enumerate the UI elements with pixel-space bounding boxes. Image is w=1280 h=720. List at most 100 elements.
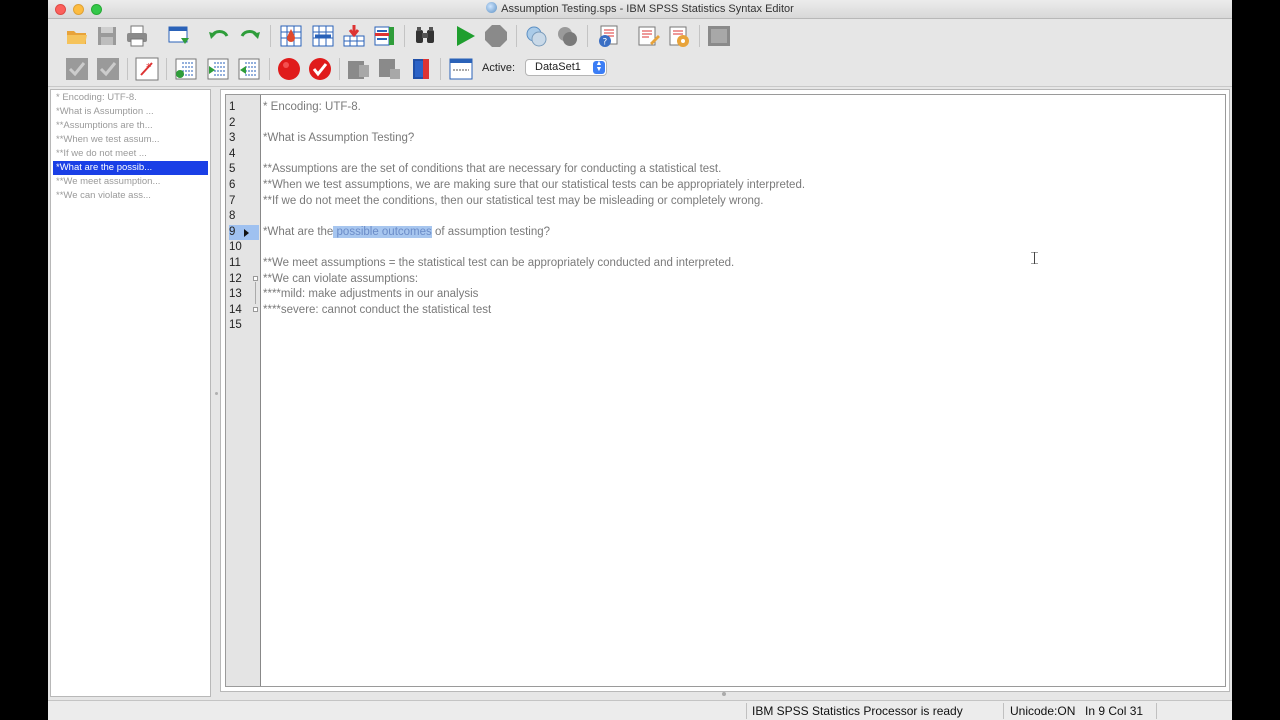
nav-item[interactable]: *What is Assumption ...	[53, 105, 208, 119]
toolbar-separator	[269, 58, 270, 80]
toolbar-separator	[699, 25, 700, 47]
code-line[interactable]: **Assumptions are the set of conditions …	[263, 162, 721, 178]
outdent-icon[interactable]	[205, 56, 231, 82]
comment-icon[interactable]: *	[134, 56, 160, 82]
navigation-list: * Encoding: UTF-8. *What is Assumption ..…	[51, 90, 210, 203]
save-icon[interactable]	[94, 23, 120, 49]
line-number: 3	[229, 132, 236, 145]
navigation-pane: * Encoding: UTF-8. *What is Assumption ..…	[50, 89, 211, 697]
toolbar-separator	[270, 25, 271, 47]
code-line[interactable]: * Encoding: UTF-8.	[263, 100, 361, 116]
selected-text[interactable]: possible outcomes	[333, 225, 432, 238]
line-number: 2	[229, 116, 236, 129]
find-icon[interactable]	[412, 23, 438, 49]
toolbar-separator	[587, 25, 588, 47]
toolbar-separator	[339, 58, 340, 80]
bookmark-check-icon[interactable]	[307, 56, 333, 82]
active-dataset-value: DataSet1	[535, 61, 581, 73]
nav-item[interactable]: *What are the possib...	[53, 161, 208, 175]
stop-icon[interactable]	[483, 23, 509, 49]
cursor-position-status: In 9 Col 31	[1085, 704, 1144, 718]
edit-syntax-icon[interactable]	[635, 23, 661, 49]
run-icon[interactable]	[452, 23, 478, 49]
designate-window-icon[interactable]	[706, 23, 732, 49]
syntax-toolbar: * Active: DataSet1 ▲ ▼	[48, 52, 1232, 87]
line-number: 5	[229, 163, 236, 176]
create-edit-icon[interactable]	[523, 23, 549, 49]
line-number: 10	[229, 241, 242, 254]
editor-frame: 1 2 3 4 5 6 7 8 9 10 11 12 13 14 15 * Encoding: UTF-8.…	[220, 89, 1230, 692]
current-line-arrow-icon	[244, 228, 249, 237]
line-number: 4	[229, 147, 236, 160]
recall-dialog-icon[interactable]	[166, 23, 192, 49]
insert-cases-icon[interactable]	[341, 23, 367, 49]
nav-item[interactable]: **We meet assumption...	[53, 175, 208, 189]
print-icon[interactable]	[124, 23, 150, 49]
title-bar: Assumption Testing.sps - IBM SPSS Statis…	[48, 0, 1232, 19]
main-toolbar: ?	[48, 19, 1232, 52]
editor-resize-strip[interactable]	[220, 692, 1230, 698]
step-forward-icon[interactable]	[377, 56, 403, 82]
validate-icon[interactable]	[64, 56, 90, 82]
delete-icon[interactable]	[554, 23, 580, 49]
syntax-editor-window: Assumption Testing.sps - IBM SPSS Statis…	[48, 0, 1232, 720]
output-options-icon[interactable]	[666, 23, 692, 49]
nav-item[interactable]: * Encoding: UTF-8.	[53, 91, 208, 105]
code-line[interactable]: **If we do not meet the conditions, then…	[263, 194, 764, 210]
svg-text:?: ?	[603, 38, 608, 48]
nav-item[interactable]: **Assumptions are th...	[53, 119, 208, 133]
code-line[interactable]: *What are the possible outcomes of assum…	[263, 225, 550, 241]
toolbar-separator	[440, 58, 441, 80]
code-line[interactable]: **We can violate assumptions:	[263, 272, 418, 288]
processor-status: IBM SPSS Statistics Processor is ready	[752, 704, 963, 718]
variables-icon[interactable]	[371, 23, 397, 49]
pane-splitter[interactable]	[215, 392, 218, 395]
undo-icon[interactable]	[206, 23, 232, 49]
fold-toggle-icon[interactable]	[253, 276, 258, 281]
code-text: *What are the	[263, 225, 334, 238]
status-separator	[1003, 703, 1004, 719]
code-line[interactable]: ****severe: cannot conduct the statistic…	[263, 303, 491, 319]
validate-all-icon[interactable]	[95, 56, 121, 82]
goto-variable-icon[interactable]	[310, 23, 336, 49]
redo-icon[interactable]	[237, 23, 263, 49]
open-icon[interactable]	[64, 23, 90, 49]
toolbar-separator	[404, 25, 405, 47]
nav-item[interactable]: **We can violate ass...	[53, 189, 208, 203]
window-title: Assumption Testing.sps - IBM SPSS Statis…	[48, 2, 1232, 15]
code-line[interactable]: *What is Assumption Testing?	[263, 131, 414, 147]
syntax-reference-icon[interactable]	[408, 56, 434, 82]
syntax-help-icon[interactable]: ?	[595, 23, 621, 49]
goto-case-icon[interactable]	[278, 23, 304, 49]
document-icon	[486, 2, 498, 13]
nav-item[interactable]: **When we test assum...	[53, 133, 208, 147]
toolbar-separator	[516, 25, 517, 47]
toolbar-separator	[166, 58, 167, 80]
line-number: 7	[229, 194, 236, 207]
line-numbers-icon[interactable]	[448, 56, 474, 82]
status-separator	[1156, 703, 1157, 719]
resize-handle-icon[interactable]	[722, 692, 726, 696]
status-bar: IBM SPSS Statistics Processor is ready U…	[48, 700, 1232, 720]
window-title-text: Assumption Testing.sps - IBM SPSS Statis…	[501, 3, 794, 15]
code-line[interactable]: **When we test assumptions, we are makin…	[263, 178, 805, 194]
code-text: of assumption testing?	[431, 225, 551, 238]
code-line[interactable]: ****mild: make adjustments in our analys…	[263, 287, 478, 303]
step-through-icon[interactable]	[346, 56, 372, 82]
active-dataset-select[interactable]: DataSet1 ▲ ▼	[525, 59, 607, 76]
fold-guide	[255, 282, 256, 304]
line-number-gutter[interactable]: 1 2 3 4 5 6 7 8 9 10 11 12 13 14 15	[226, 95, 261, 686]
unicode-status: Unicode:ON	[1010, 704, 1076, 718]
line-number: 15	[229, 319, 242, 332]
line-number: 11	[229, 257, 241, 269]
syntax-editor[interactable]: 1 2 3 4 5 6 7 8 9 10 11 12 13 14 15 * Encoding: UTF-8.…	[225, 94, 1226, 687]
code-line[interactable]: **We meet assumptions = the statistical …	[263, 256, 734, 272]
status-separator	[746, 703, 747, 719]
indent-icon[interactable]	[173, 56, 199, 82]
nav-item[interactable]: **If we do not meet ...	[53, 147, 208, 161]
breakpoint-icon[interactable]	[276, 56, 302, 82]
active-dataset-label: Active:	[482, 62, 516, 74]
select-arrows-icon: ▲ ▼	[593, 60, 605, 74]
auto-indent-icon[interactable]	[236, 56, 262, 82]
fold-end-icon	[253, 307, 258, 312]
